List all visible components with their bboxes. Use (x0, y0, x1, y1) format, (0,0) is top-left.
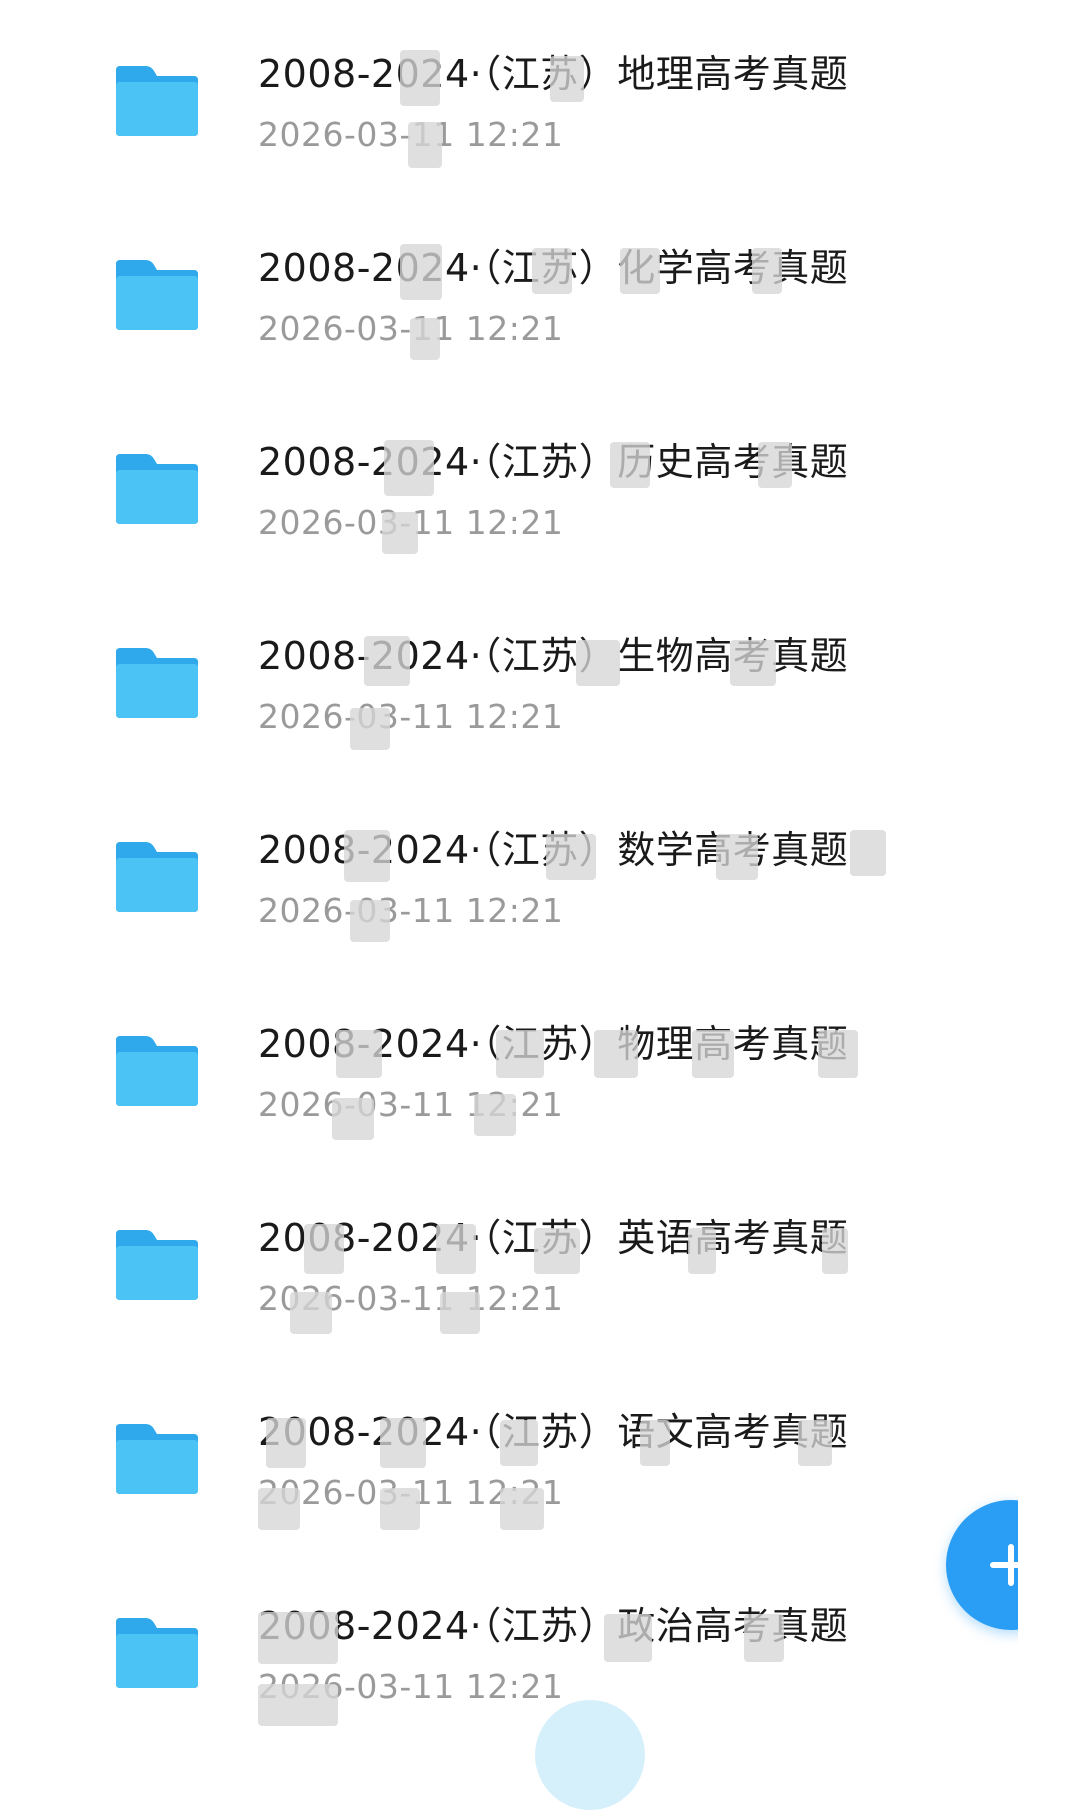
privacy-blur (688, 1228, 716, 1274)
folder-icon (114, 1614, 200, 1690)
folder-icon (114, 62, 200, 138)
privacy-blur (380, 1488, 420, 1530)
privacy-blur (550, 56, 584, 102)
privacy-blur (500, 1488, 544, 1530)
privacy-blur (474, 1094, 516, 1136)
privacy-blur (716, 834, 758, 880)
folder-icon (114, 1032, 200, 1108)
privacy-blur (440, 1292, 480, 1334)
folder-icon (114, 256, 200, 332)
bottom-decoration (535, 1700, 645, 1810)
privacy-blur (258, 1612, 338, 1664)
screen-edge-mask (1018, 1480, 1080, 1650)
privacy-blur (850, 830, 886, 876)
privacy-blur (410, 318, 440, 360)
privacy-blur (822, 1228, 848, 1274)
privacy-blur (594, 1030, 638, 1078)
privacy-blur (290, 1292, 332, 1334)
folder-icon (114, 838, 200, 914)
privacy-blur (332, 1098, 374, 1140)
folder-name: 2008-2024·（江苏）语文高考真题 (258, 1410, 849, 1454)
privacy-blur (500, 1420, 538, 1466)
privacy-blur (350, 708, 390, 750)
privacy-blur (304, 1224, 344, 1274)
privacy-blur (620, 248, 660, 294)
folder-item-politics[interactable]: 2008-2024·（江苏）政治高考真题 2026-03-11 12:21 (0, 1582, 1080, 1742)
folder-item-history[interactable]: 2008-2024·（江苏）历史高考真题 2026-03-11 12:21 (0, 418, 1080, 578)
privacy-blur (730, 640, 776, 686)
folder-item-english[interactable]: 2008-2024·（江苏）英语高考真题 2026-03-11 12:21 (0, 1194, 1080, 1354)
folder-modified-time: 2026-03-11 12:21 (258, 697, 564, 736)
privacy-blur (576, 640, 620, 686)
privacy-blur (744, 1614, 784, 1662)
privacy-blur (798, 1420, 832, 1466)
privacy-blur (382, 512, 418, 554)
privacy-blur (534, 1228, 580, 1274)
privacy-blur (758, 442, 792, 488)
privacy-blur (818, 1030, 858, 1078)
privacy-blur (752, 248, 782, 294)
privacy-blur (350, 900, 390, 942)
folder-item-biology[interactable]: 2008-2024·（江苏）生物高考真题 2026-03-11 12:21 (0, 612, 1080, 772)
folder-icon (114, 450, 200, 526)
privacy-blur (400, 50, 440, 106)
folder-item-math[interactable]: 2008-2024·（江苏）数学高考真题 2026-03-11 12:21 (0, 806, 1080, 966)
folder-item-geography[interactable]: 2008-2024·（江苏）地理高考真题 2026-03-11 12:21 (0, 30, 1080, 190)
privacy-blur (258, 1488, 300, 1530)
privacy-blur (364, 636, 410, 686)
privacy-blur (266, 1418, 306, 1468)
privacy-blur (408, 122, 442, 168)
folder-icon (114, 1420, 200, 1496)
privacy-blur (258, 1684, 338, 1726)
privacy-blur (336, 1030, 382, 1078)
privacy-blur (692, 1030, 734, 1078)
privacy-blur (604, 1614, 652, 1662)
folder-modified-time: 2026-03-11 12:21 (258, 891, 564, 930)
privacy-blur (380, 1418, 426, 1468)
folder-modified-time: 2026-03-11 12:21 (258, 1085, 564, 1124)
privacy-blur (532, 248, 572, 294)
privacy-blur (610, 442, 650, 488)
privacy-blur (384, 440, 434, 496)
privacy-blur (400, 244, 442, 300)
privacy-blur (496, 1030, 544, 1078)
privacy-blur (436, 1224, 476, 1274)
privacy-blur (546, 834, 596, 880)
folder-icon (114, 644, 200, 720)
folder-item-physics[interactable]: 2008-2024·（江苏）物理高考真题 2026-03-11 12:21 (0, 1000, 1080, 1160)
folder-icon (114, 1226, 200, 1302)
privacy-blur (640, 1420, 670, 1466)
privacy-blur (344, 830, 390, 882)
